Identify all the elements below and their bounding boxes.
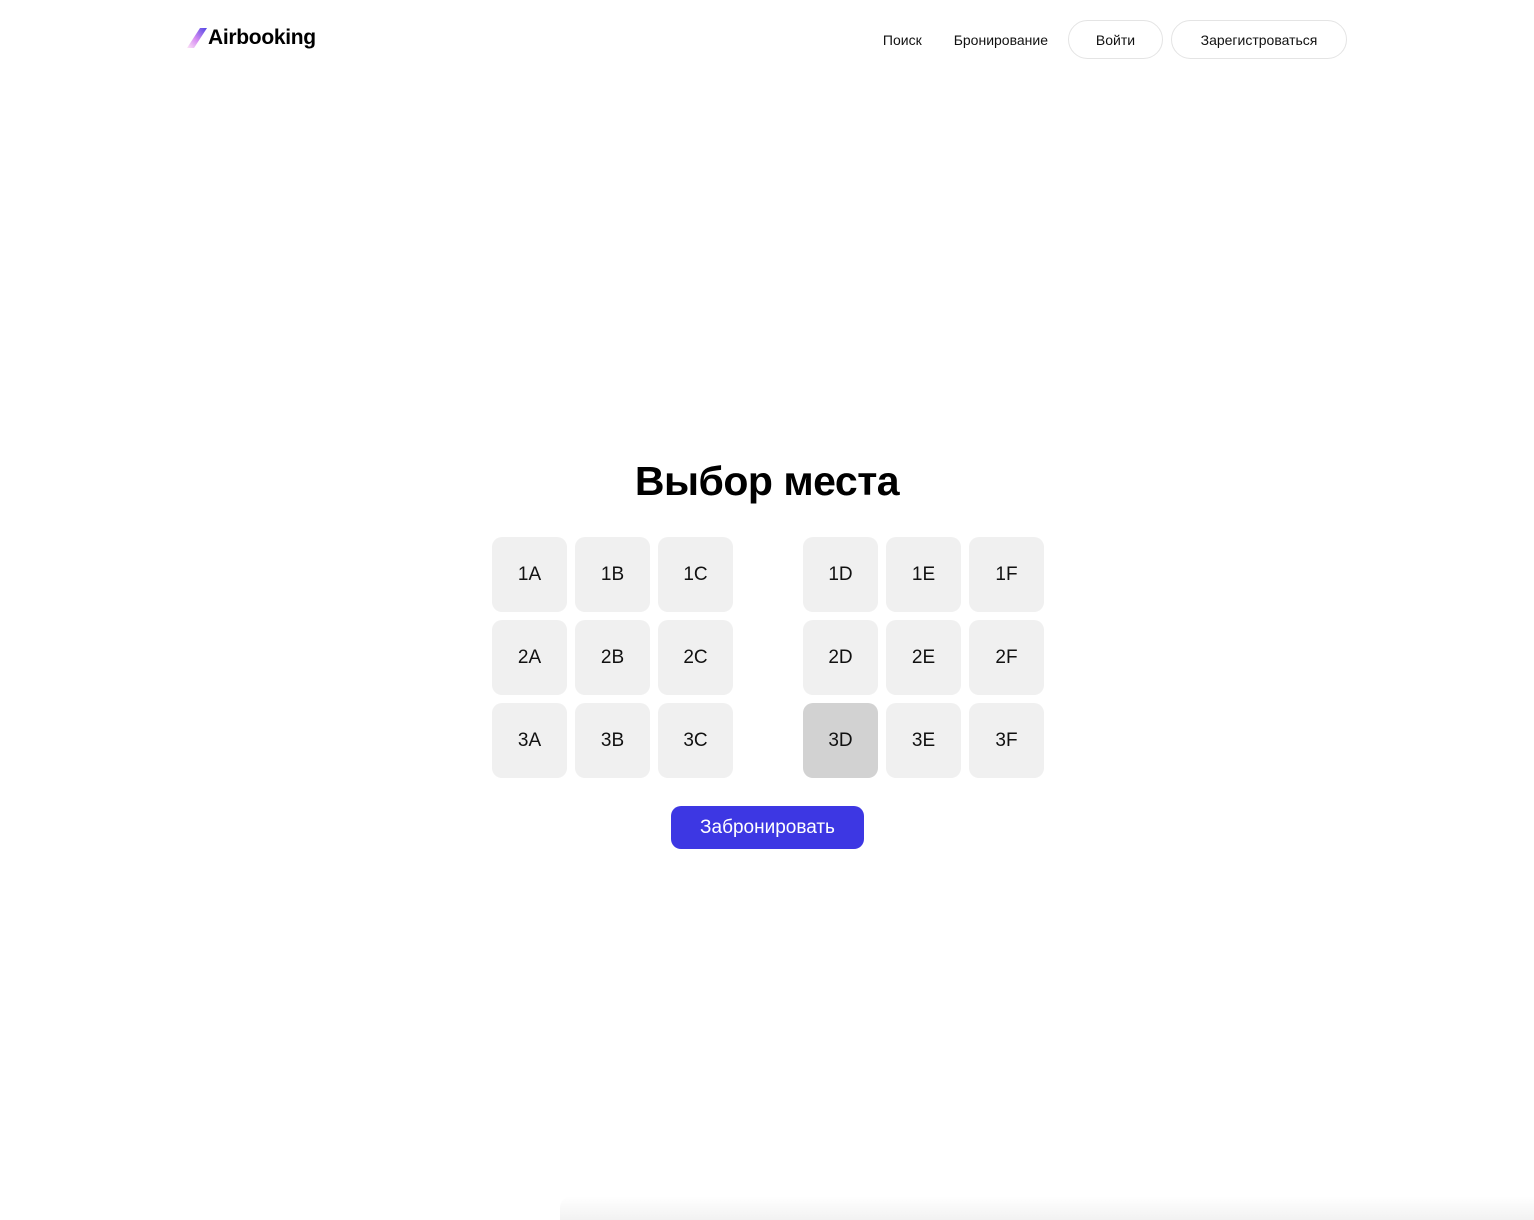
seat-2b[interactable]: 2B (575, 620, 650, 695)
register-button[interactable]: Зарегистроваться (1171, 20, 1347, 59)
logo-text: Airbooking (208, 26, 316, 49)
seat-2c[interactable]: 2C (658, 620, 733, 695)
book-button[interactable]: Забронировать (671, 806, 864, 849)
seat-3a[interactable]: 3A (492, 703, 567, 778)
seat-1c[interactable]: 1C (658, 537, 733, 612)
seat-2d[interactable]: 2D (803, 620, 878, 695)
seat-1a[interactable]: 1A (492, 537, 567, 612)
seat-3d[interactable]: 3D (803, 703, 878, 778)
slash-gradient-logo-icon (187, 28, 207, 48)
seat-3b[interactable]: 3B (575, 703, 650, 778)
bottom-panel-shadow (560, 1196, 1534, 1220)
nav-booking-link[interactable]: Бронирование (954, 32, 1048, 48)
login-button[interactable]: Войти (1068, 20, 1163, 59)
seat-map: 1A 1B 1C 2A 2B 2C 3A 3B 3C 1D 1E 1F 2D 2… (492, 537, 1044, 778)
seat-1b[interactable]: 1B (575, 537, 650, 612)
header: Airbooking Поиск Бронирование Войти Заре… (0, 0, 1534, 80)
seat-1e[interactable]: 1E (886, 537, 961, 612)
seat-2e[interactable]: 2E (886, 620, 961, 695)
seat-2f[interactable]: 2F (969, 620, 1044, 695)
seat-block-left: 1A 1B 1C 2A 2B 2C 3A 3B 3C (492, 537, 733, 778)
nav-search-link[interactable]: Поиск (883, 32, 922, 48)
seat-1d[interactable]: 1D (803, 537, 878, 612)
top-nav: Поиск Бронирование Войти Зарегистроватьс… (883, 20, 1347, 59)
logo[interactable]: Airbooking (186, 24, 316, 52)
seat-2a[interactable]: 2A (492, 620, 567, 695)
seat-1f[interactable]: 1F (969, 537, 1044, 612)
seat-3c[interactable]: 3C (658, 703, 733, 778)
seat-3e[interactable]: 3E (886, 703, 961, 778)
seat-block-right: 1D 1E 1F 2D 2E 2F 3D 3E 3F (803, 537, 1044, 778)
page-title: Выбор места (634, 458, 900, 504)
seat-3f[interactable]: 3F (969, 703, 1044, 778)
